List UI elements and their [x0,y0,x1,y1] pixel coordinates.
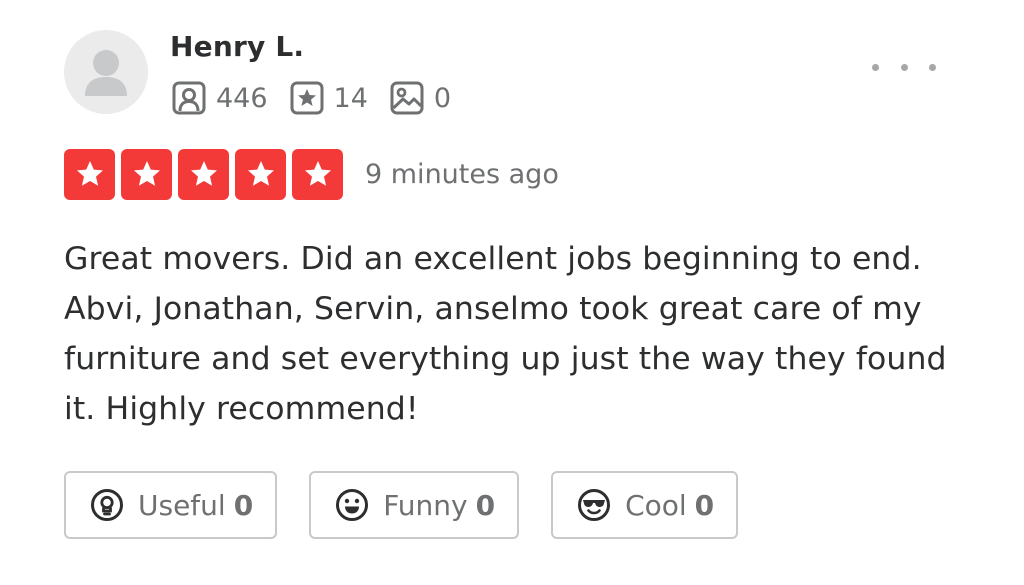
cool-label: Cool [625,488,687,522]
star-icon [292,148,343,200]
review-card: Henry L. 446 14 0 9 minutes ago Great mo… [0,0,1024,585]
photos-stat: 0 [390,81,451,115]
star-icon [64,148,115,200]
star-icon [235,148,286,200]
user-stats: 446 14 0 [172,80,473,116]
user-name[interactable]: Henry L. [170,30,304,63]
star-rating [64,148,343,200]
user-avatar[interactable] [64,30,148,114]
cool-button[interactable]: Cool 0 [551,471,739,539]
useful-button[interactable]: Useful 0 [64,471,278,539]
star-icon [121,148,172,200]
review-text: Great movers. Did an excellent jobs begi… [64,241,947,427]
useful-count: 0 [233,488,254,522]
menu-dot [929,63,936,71]
cool-count: 0 [694,488,715,522]
sunglasses-face-icon [578,489,611,521]
menu-dot [872,63,879,71]
reviews-stat: 14 [290,81,368,115]
lightbulb-icon [91,489,123,521]
more-options-icon[interactable] [872,54,936,80]
friends-icon [172,81,206,115]
funny-button[interactable]: Funny 0 [309,471,520,539]
star-icon [178,148,229,200]
smiley-face-icon [336,489,369,521]
friends-count: 446 [216,82,268,114]
review-star-icon [290,81,324,115]
photo-icon [390,81,424,115]
rating-row: 9 minutes ago [64,148,559,200]
reviews-count: 14 [333,82,368,114]
default-user-icon [85,50,127,96]
funny-count: 0 [475,488,496,522]
photos-count: 0 [433,82,452,114]
menu-dot [900,63,908,71]
reaction-buttons: Useful 0 Funny 0 Cool 0 [64,471,770,539]
useful-label: Useful [138,488,226,522]
friends-stat: 446 [172,81,268,115]
review-time: 9 minutes ago [365,158,559,190]
funny-label: Funny [383,488,468,522]
